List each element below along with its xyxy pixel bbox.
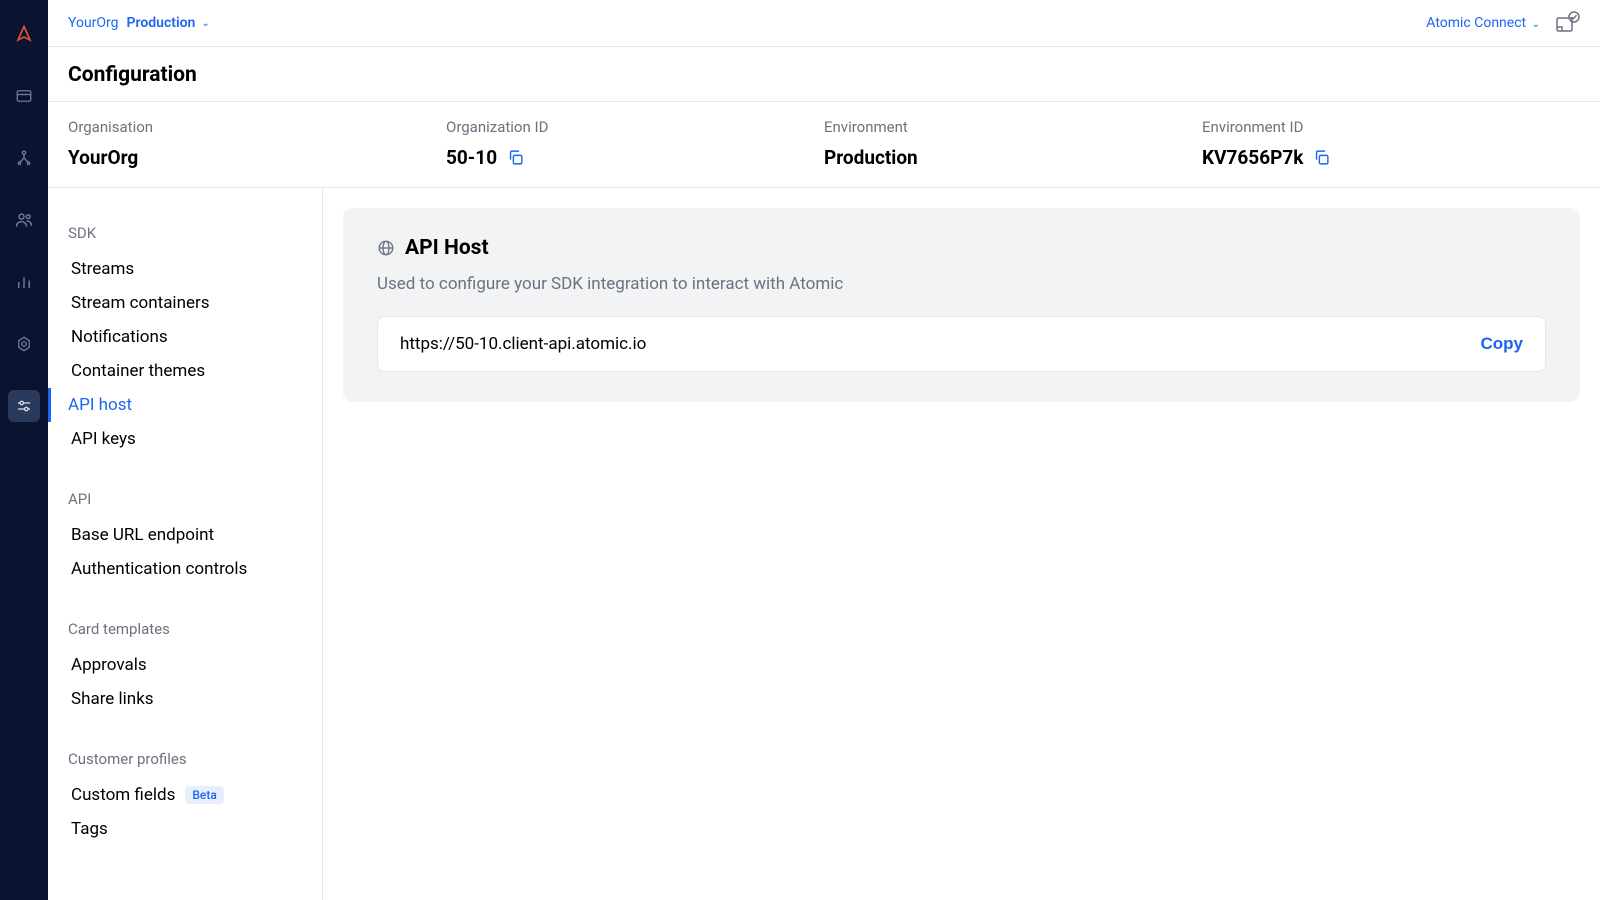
chevron-down-icon: ⌄: [1532, 19, 1540, 30]
nav-section-cards: Card templates: [48, 612, 322, 648]
api-host-url: https://50-10.client-api.atomic.io: [400, 334, 646, 354]
nav-section-api: API: [48, 482, 322, 518]
card-subtitle: Used to configure your SDK integration t…: [377, 274, 1546, 294]
page-title-bar: Configuration: [48, 47, 1600, 102]
info-env-label: Environment: [824, 118, 1202, 136]
breadcrumb[interactable]: YourOrg Production ⌄: [68, 15, 210, 31]
connect-dropdown[interactable]: Atomic Connect ⌄: [1426, 15, 1540, 31]
env-link[interactable]: Production: [127, 15, 196, 31]
copy-icon[interactable]: [1313, 149, 1330, 166]
info-org-label: Organisation: [68, 118, 446, 136]
info-env-value: Production: [824, 146, 1202, 169]
copy-button[interactable]: Copy: [1481, 334, 1524, 354]
status-icon[interactable]: [1554, 10, 1580, 36]
rail-flow-icon[interactable]: [8, 142, 40, 174]
info-orgid-label: Organization ID: [446, 118, 824, 136]
api-host-card: API Host Used to configure your SDK inte…: [343, 208, 1580, 402]
nav-item-tags[interactable]: Tags: [48, 812, 322, 846]
rail-card-icon[interactable]: [8, 80, 40, 112]
nav-item-share-links[interactable]: Share links: [48, 682, 322, 716]
copy-icon[interactable]: [507, 149, 524, 166]
nav-item-container-themes[interactable]: Container themes: [48, 354, 322, 388]
nav-section-profiles: Customer profiles: [48, 742, 322, 778]
nav-item-base-url[interactable]: Base URL endpoint: [48, 518, 322, 552]
card-title: API Host: [405, 236, 489, 260]
info-envid-label: Environment ID: [1202, 118, 1580, 136]
nav-item-stream-containers[interactable]: Stream containers: [48, 286, 322, 320]
page-title: Configuration: [68, 63, 1580, 87]
nav-item-streams[interactable]: Streams: [48, 252, 322, 286]
content-area: API Host Used to configure your SDK inte…: [323, 188, 1600, 900]
nav-item-api-host[interactable]: API host: [48, 388, 322, 422]
info-envid-value: KV7656P7k: [1202, 146, 1303, 169]
nav-item-api-keys[interactable]: API keys: [48, 422, 322, 456]
rail-gear-icon[interactable]: [8, 328, 40, 360]
side-nav: SDK Streams Stream containers Notificati…: [48, 188, 323, 900]
logo-icon[interactable]: [8, 18, 40, 50]
beta-badge: Beta: [185, 786, 223, 804]
nav-item-approvals[interactable]: Approvals: [48, 648, 322, 682]
chevron-down-icon: ⌄: [201, 18, 209, 29]
nav-section-sdk: SDK: [48, 216, 322, 252]
rail-customers-icon[interactable]: [8, 204, 40, 236]
info-row: Organisation YourOrg Organization ID 50-…: [48, 102, 1600, 188]
org-link[interactable]: YourOrg: [68, 15, 119, 31]
globe-icon: [377, 239, 395, 257]
icon-rail: [0, 0, 48, 900]
info-orgid-value: 50-10: [446, 146, 497, 169]
nav-item-notifications[interactable]: Notifications: [48, 320, 322, 354]
info-org-value: YourOrg: [68, 146, 446, 169]
rail-analytics-icon[interactable]: [8, 266, 40, 298]
topbar: YourOrg Production ⌄ Atomic Connect ⌄: [48, 0, 1600, 47]
rail-config-icon[interactable]: [8, 390, 40, 422]
nav-item-auth-controls[interactable]: Authentication controls: [48, 552, 322, 586]
url-row: https://50-10.client-api.atomic.io Copy: [377, 316, 1546, 372]
nav-item-custom-fields[interactable]: Custom fields Beta: [48, 778, 322, 812]
